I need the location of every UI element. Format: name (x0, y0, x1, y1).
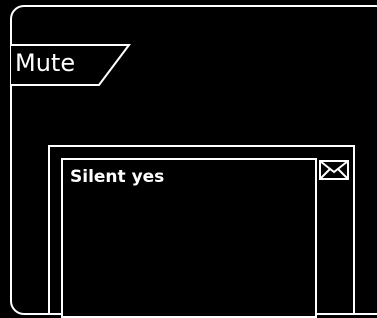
mute-tab-label: Mute (15, 49, 76, 77)
envelope-icon[interactable] (318, 158, 350, 182)
message-text: Silent yes (70, 167, 165, 187)
envelope-icon-graphic (319, 160, 349, 180)
mute-tab[interactable]: Mute (11, 44, 131, 86)
